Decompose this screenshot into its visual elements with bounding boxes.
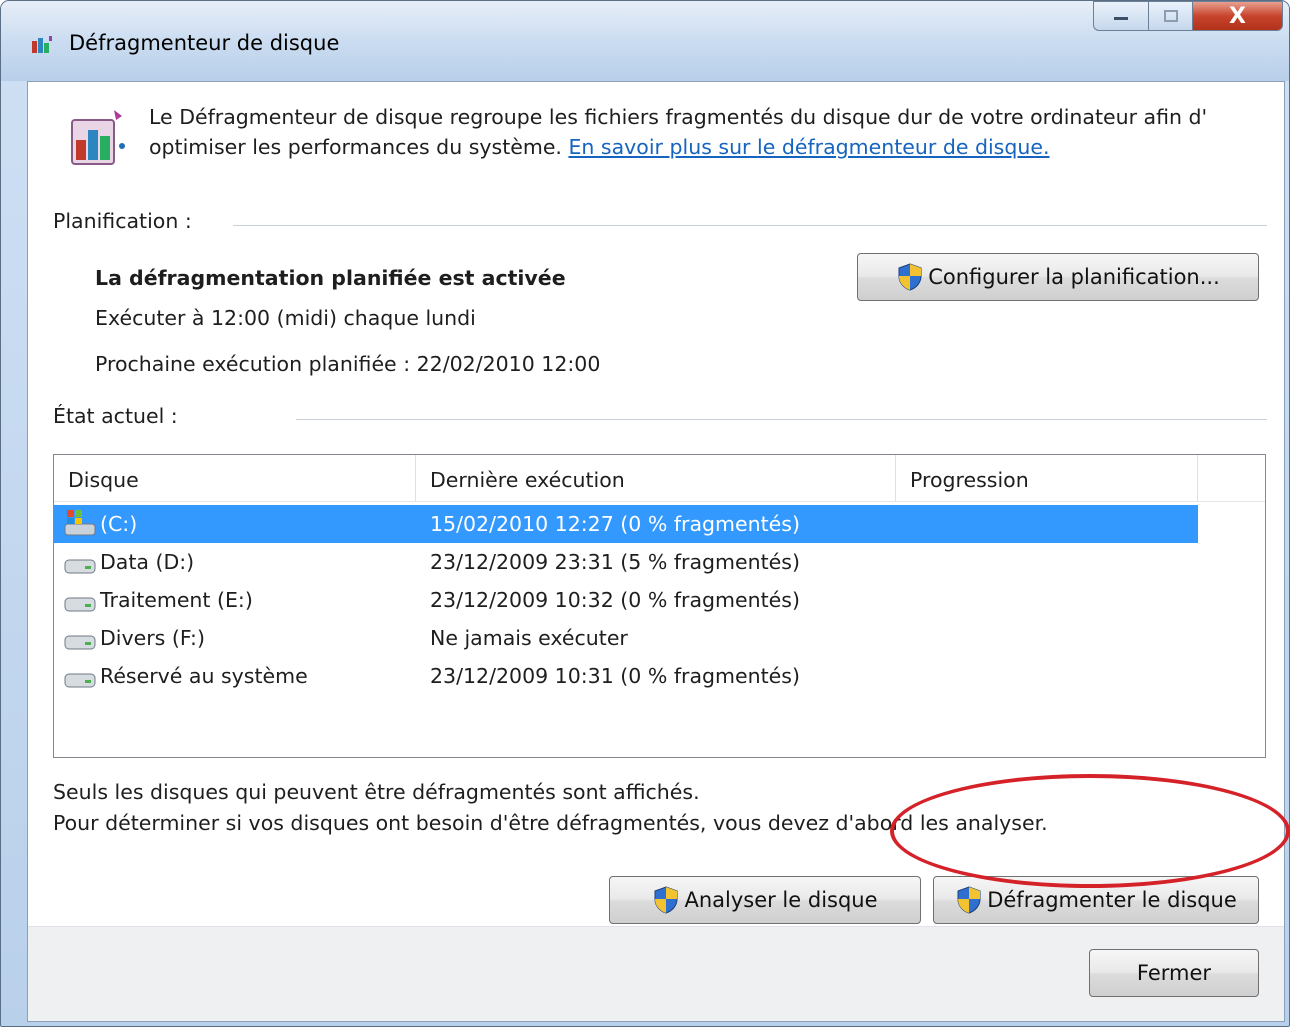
disk-last-run: 23/12/2009 23:31 (5 % fragmentés) <box>430 550 800 574</box>
disk-name: Data (D:) <box>100 550 195 574</box>
analyze-disk-label: Analyser le disque <box>684 888 878 912</box>
disk-last-run: 23/12/2009 10:32 (0 % fragmentés) <box>430 588 800 612</box>
disk-name: Traitement (E:) <box>100 588 253 612</box>
hard-drive-icon <box>64 673 96 688</box>
windows-drive-icon <box>64 510 96 536</box>
schedule-status: La défragmentation planifiée est activée <box>95 266 566 290</box>
analyze-disk-button[interactable]: Analyser le disque <box>609 876 921 924</box>
close-button-label: Fermer <box>1136 961 1212 985</box>
disk-list[interactable]: Disque Dernière exécution Progression (C… <box>53 454 1266 758</box>
note-analyze-first: Pour déterminer si vos disques ont besoi… <box>53 811 1048 835</box>
defragment-disk-label: Défragmenter le disque <box>987 888 1237 912</box>
disk-last-run: 15/02/2010 12:27 (0 % fragmentés) <box>430 512 800 536</box>
minimize-button[interactable] <box>1093 1 1149 31</box>
column-header-last-run[interactable]: Dernière exécution <box>416 455 896 501</box>
disk-last-run: 23/12/2009 10:31 (0 % fragmentés) <box>430 664 800 688</box>
close-button[interactable]: Fermer <box>1089 949 1259 997</box>
title-bar[interactable]: Défragmenteur de disque X <box>1 1 1289 81</box>
window-controls: X <box>1093 1 1283 33</box>
disk-name: (C:) <box>100 512 138 536</box>
column-header-disk[interactable]: Disque <box>54 455 416 501</box>
dialog-footer: Fermer <box>28 926 1284 1021</box>
maximize-icon <box>1163 10 1178 22</box>
disk-name: Divers (F:) <box>100 626 205 650</box>
current-state-section-label: État actuel : <box>53 404 178 428</box>
disk-last-run: Ne jamais exécuter <box>430 626 628 650</box>
note-displayed-disks: Seuls les disques qui peuvent être défra… <box>53 780 700 804</box>
disk-row-system-reserved[interactable]: Réservé au système 23/12/2009 10:31 (0 %… <box>54 657 1198 695</box>
uac-shield-icon <box>654 886 678 914</box>
disk-list-header: Disque Dernière exécution Progression <box>54 455 1265 502</box>
hard-drive-icon <box>64 597 96 612</box>
hard-drive-icon <box>64 559 96 574</box>
close-icon: X <box>1229 3 1246 29</box>
schedule-divider <box>233 225 1267 226</box>
defragmenter-large-icon <box>71 110 125 165</box>
intro-text: Le Défragmenteur de disque regroupe les … <box>149 102 1259 162</box>
configure-schedule-label: Configurer la planification... <box>928 265 1220 289</box>
disk-row-e[interactable]: Traitement (E:) 23/12/2009 10:32 (0 % fr… <box>54 581 1198 619</box>
disk-row-f[interactable]: Divers (F:) Ne jamais exécuter <box>54 619 1198 657</box>
disk-row-c[interactable]: (C:) 15/02/2010 12:27 (0 % fragmentés) <box>54 505 1198 543</box>
defragmenter-window: Défragmenteur de disque X Le Défragmente… <box>0 0 1290 1027</box>
column-header-progress[interactable]: Progression <box>896 455 1198 501</box>
schedule-section-label: Planification : <box>53 209 192 233</box>
current-state-divider <box>296 419 1267 420</box>
uac-shield-icon <box>957 886 981 914</box>
schedule-next-run: Prochaine exécution planifiée : 22/02/20… <box>95 352 601 376</box>
disk-row-d[interactable]: Data (D:) 23/12/2009 23:31 (5 % fragment… <box>54 543 1198 581</box>
defragmenter-icon <box>32 36 52 53</box>
learn-more-link[interactable]: En savoir plus sur le défragmenteur de d… <box>568 135 1049 159</box>
hard-drive-icon <box>64 635 96 650</box>
uac-shield-icon <box>898 263 922 291</box>
disk-name: Réservé au système <box>100 664 308 688</box>
schedule-run-at: Exécuter à 12:00 (midi) chaque lundi <box>95 306 476 330</box>
dialog-body: Le Défragmenteur de disque regroupe les … <box>27 81 1285 1022</box>
close-window-button[interactable]: X <box>1193 1 1283 31</box>
defragment-disk-button[interactable]: Défragmenter le disque <box>933 876 1259 924</box>
minimize-icon <box>1114 17 1128 20</box>
window-title: Défragmenteur de disque <box>69 31 340 55</box>
configure-schedule-button[interactable]: Configurer la planification... <box>857 253 1259 301</box>
maximize-button[interactable] <box>1149 1 1193 31</box>
